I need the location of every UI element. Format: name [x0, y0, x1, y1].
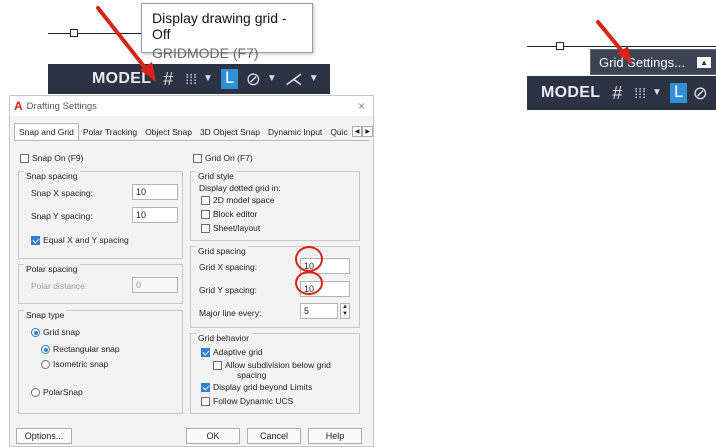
- annotation-arrow-left: [96, 6, 156, 82]
- annotation-arrows: [96, 6, 632, 82]
- annotation-arrow-right: [596, 20, 632, 64]
